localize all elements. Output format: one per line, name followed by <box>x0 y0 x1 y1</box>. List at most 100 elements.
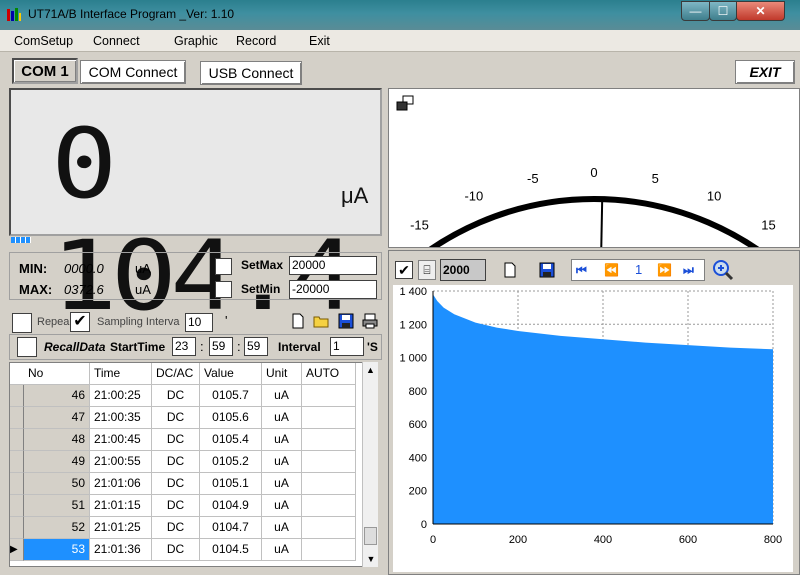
setmax-label: SetMax <box>241 258 284 272</box>
table-cell: DC <box>152 407 200 429</box>
page-number[interactable]: 1 <box>635 262 642 277</box>
com-port-label[interactable]: COM 1 <box>12 58 78 84</box>
table-row[interactable] <box>10 407 24 429</box>
menu-bar: ComSetup Connect Graphic Record Exit <box>0 30 800 52</box>
table-cell: 21:00:55 <box>90 451 152 473</box>
table-cell: 0105.7 <box>200 385 262 407</box>
sampling-checkbox[interactable]: ✔ <box>70 312 90 332</box>
column-header[interactable]: Unit <box>262 363 302 385</box>
y-tick-label: 1 000 <box>399 353 427 365</box>
recall-label: RecallData <box>44 340 106 354</box>
table-cell: 48 <box>24 429 90 451</box>
start-second-input[interactable]: 59 <box>244 337 268 356</box>
x-tick-label: 400 <box>594 534 612 546</box>
last-page-icon[interactable]: ⏭ <box>683 263 694 278</box>
start-hour-input[interactable]: 23 <box>172 337 196 356</box>
analog-meter: -20-15-10-505101520 <box>410 165 776 247</box>
table-cell <box>302 407 356 429</box>
graph-mode-icon[interactable]: ⌸ <box>418 260 436 280</box>
table-cell: 0105.1 <box>200 473 262 495</box>
usb-connect-button[interactable]: USB Connect <box>200 61 302 85</box>
setmax-checkbox[interactable] <box>215 258 232 275</box>
repeat-label: Repea <box>37 316 70 328</box>
prev-page-icon[interactable]: ⏪ <box>604 263 619 277</box>
print-icon[interactable] <box>362 313 378 329</box>
sampling-label: Sampling Interva <box>97 316 180 328</box>
first-page-icon[interactable]: ⏮ <box>576 263 587 278</box>
com-connect-button[interactable]: COM Connect <box>80 60 186 84</box>
min-unit: uA <box>135 261 151 276</box>
repeat-checkbox[interactable] <box>12 313 32 333</box>
table-cell <box>302 385 356 407</box>
x-tick-label: 800 <box>764 534 782 546</box>
close-button[interactable]: ✕ <box>736 1 785 21</box>
minimize-icon: — <box>689 4 702 18</box>
table-cell: 21:01:06 <box>90 473 152 495</box>
meter-tick-label: -10 <box>464 189 483 204</box>
sampling-input[interactable]: 10 <box>185 313 213 332</box>
menu-exit[interactable]: Exit <box>309 34 330 48</box>
menu-comsetup[interactable]: ComSetup <box>14 34 73 48</box>
column-header[interactable]: AUTO <box>302 363 356 385</box>
column-header[interactable]: Time <box>90 363 152 385</box>
table-cell: uA <box>262 429 302 451</box>
menu-record[interactable]: Record <box>236 34 276 48</box>
time-sep-2: : <box>237 339 241 354</box>
table-row[interactable]: ▶ <box>10 539 24 561</box>
table-cell: 47 <box>24 407 90 429</box>
open-folder-icon[interactable] <box>313 313 329 329</box>
interval-input[interactable]: 1 <box>330 337 364 356</box>
graph-enable-checkbox[interactable]: ✔ <box>395 261 413 279</box>
table-cell: uA <box>262 385 302 407</box>
setmax-input[interactable]: 20000 <box>289 256 377 275</box>
meter-arc <box>428 196 760 247</box>
window-title: UT71A/B Interface Program _Ver: 1.10 <box>28 7 235 21</box>
table-cell: DC <box>152 495 200 517</box>
setmin-input[interactable]: -20000 <box>289 280 377 299</box>
exit-button[interactable]: EXIT <box>735 60 795 84</box>
setmin-checkbox[interactable] <box>215 281 232 298</box>
start-minute-input[interactable]: 59 <box>209 337 233 356</box>
title-bar: UT71A/B Interface Program _Ver: 1.10 — ☐… <box>0 0 800 30</box>
table-cell: DC <box>152 517 200 539</box>
time-sep-1: : <box>200 339 204 354</box>
graph-new-icon[interactable] <box>502 262 518 278</box>
scroll-thumb[interactable] <box>364 527 377 545</box>
recall-checkbox[interactable] <box>17 337 37 357</box>
table-cell: 0104.5 <box>200 539 262 561</box>
trend-chart: 0 200 400 600 800 0 200 400 600 800 1 000 1 200 1 40… <box>393 285 793 572</box>
table-scrollbar[interactable]: ▲ ▼ <box>362 362 378 567</box>
table-cell: 51 <box>24 495 90 517</box>
column-header[interactable]: DC/AC <box>152 363 200 385</box>
interval-label: Interval <box>278 340 321 354</box>
table-row[interactable] <box>10 429 24 451</box>
table-row[interactable] <box>10 473 24 495</box>
column-header[interactable]: Value <box>200 363 262 385</box>
graph-save-icon[interactable] <box>539 262 555 278</box>
meter-tick-label: -5 <box>527 171 539 186</box>
scroll-down-icon[interactable]: ▼ <box>363 551 379 567</box>
table-cell <box>302 429 356 451</box>
next-page-icon[interactable]: ⏩ <box>657 263 672 277</box>
maximize-button[interactable]: ☐ <box>709 1 737 21</box>
table-row[interactable] <box>10 495 24 517</box>
points-input[interactable]: 2000 <box>440 259 486 281</box>
table-row[interactable] <box>10 385 24 407</box>
save-icon[interactable] <box>338 313 354 329</box>
y-tick-label: 200 <box>409 486 427 498</box>
table-cell: DC <box>152 473 200 495</box>
menu-graphic[interactable]: Graphic <box>174 34 218 48</box>
zoom-in-icon[interactable] <box>712 259 734 281</box>
table-row[interactable] <box>10 517 24 539</box>
column-header[interactable]: No <box>10 363 90 385</box>
interval-unit: 'S <box>367 340 378 354</box>
scroll-up-icon[interactable]: ▲ <box>363 362 378 378</box>
minimize-button[interactable]: — <box>681 1 710 21</box>
menu-connect[interactable]: Connect <box>93 34 140 48</box>
new-file-icon[interactable] <box>290 313 306 329</box>
table-row[interactable] <box>10 451 24 473</box>
close-icon: ✕ <box>755 4 766 18</box>
table-cell: 50 <box>24 473 90 495</box>
table-cell: uA <box>262 495 302 517</box>
starttime-label: StartTime <box>110 340 166 354</box>
